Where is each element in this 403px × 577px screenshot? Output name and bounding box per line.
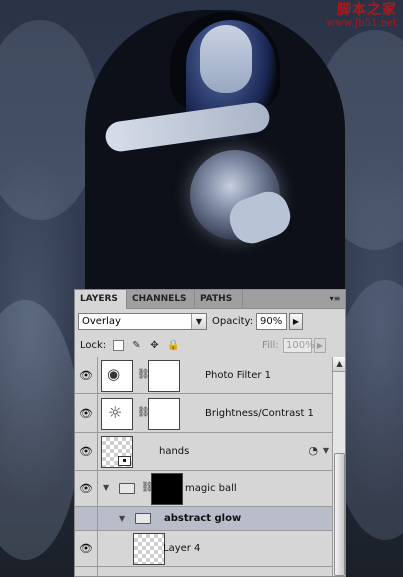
expand-triangle-icon[interactable]: ▼ xyxy=(103,483,109,492)
folder-icon xyxy=(119,483,135,494)
layers-panel: LAYERS CHANNELS PATHS ▾≡ Overlay ▼ Opaci… xyxy=(74,289,346,577)
eye-icon[interactable]: 👁 xyxy=(78,483,94,495)
lock-row: Lock: ✎ ✥ 🔒 Fill: 100% ▶ xyxy=(75,335,345,358)
eye-icon[interactable]: 👁 xyxy=(78,446,94,458)
tab-paths[interactable]: PATHS xyxy=(195,290,243,308)
link-icon[interactable]: ⛓ xyxy=(141,481,154,495)
opacity-label: Opacity: xyxy=(212,316,254,327)
layer-thumbnail[interactable] xyxy=(133,533,165,565)
brightness-contrast-icon: ☼ xyxy=(101,398,133,430)
link-icon[interactable]: ⛓ xyxy=(137,368,150,382)
blend-mode-value: Overlay xyxy=(82,316,121,327)
watermark-url: www.Jb51.net xyxy=(326,18,397,29)
panel-menu-icon[interactable]: ▾≡ xyxy=(328,293,342,304)
layer-name[interactable]: abstract glow xyxy=(164,513,241,524)
lock-move-icon[interactable]: ✥ xyxy=(149,340,160,351)
layer-effects-icon[interactable]: ◔ xyxy=(308,444,318,457)
layer-thumbnail[interactable]: ▪ xyxy=(101,436,133,468)
camera-icon: ◉ xyxy=(107,365,121,383)
layer-row-hands[interactable]: 👁 ▪ hands ◔ ▼ xyxy=(75,433,332,471)
layer-mask-thumbnail[interactable] xyxy=(151,473,183,505)
watermark: 脚本之家 www.Jb51.net xyxy=(311,3,397,31)
eye-icon[interactable]: 👁 xyxy=(78,543,94,555)
tab-channels[interactable]: CHANNELS xyxy=(127,290,195,308)
opacity-input[interactable]: 90% xyxy=(256,313,287,330)
layer-row-photo-filter[interactable]: 👁 ◉ ⛓ Photo Filter 1 xyxy=(75,357,332,394)
smart-object-icon: ▪ xyxy=(118,456,131,466)
layer-row-partial[interactable] xyxy=(75,567,332,576)
layer-name[interactable]: hands xyxy=(159,446,189,457)
chevron-down-icon[interactable]: ▼ xyxy=(323,446,329,455)
layer-row-layer-4[interactable]: 👁 Layer 4 xyxy=(75,531,332,567)
layer-mask-thumbnail[interactable] xyxy=(148,398,180,430)
layer-row-abstract-glow[interactable]: ▼ abstract glow xyxy=(75,507,332,531)
face xyxy=(200,25,252,93)
folder-icon xyxy=(135,513,151,524)
sun-icon: ☼ xyxy=(108,403,123,422)
visibility-column xyxy=(75,507,98,530)
scroll-up-icon[interactable]: ▲ xyxy=(333,357,345,372)
opacity-slider-arrow-icon[interactable]: ▶ xyxy=(289,313,303,330)
layer-name[interactable]: Brightness/Contrast 1 xyxy=(205,408,314,419)
fill-slider-arrow-icon[interactable]: ▶ xyxy=(314,338,326,353)
panel-tabbar: LAYERS CHANNELS PATHS ▾≡ xyxy=(75,290,345,309)
chevron-down-icon[interactable]: ▼ xyxy=(191,314,206,329)
lock-label: Lock: xyxy=(80,340,107,351)
fill-label: Fill: xyxy=(262,340,279,351)
layer-name[interactable]: magic ball xyxy=(185,483,237,494)
layer-row-magic-ball[interactable]: 👁 ▼ ⛓ magic ball xyxy=(75,471,332,507)
layer-name[interactable]: Photo Filter 1 xyxy=(205,370,271,381)
eye-icon[interactable]: 👁 xyxy=(78,370,94,382)
lock-all-icon[interactable]: 🔒 xyxy=(167,340,179,351)
link-icon[interactable]: ⛓ xyxy=(137,406,150,420)
watermark-title: 脚本之家 xyxy=(337,2,397,18)
lock-transparent-icon[interactable] xyxy=(113,340,124,351)
blend-mode-select[interactable]: Overlay ▼ xyxy=(78,313,207,330)
layers-list: 👁 ◉ ⛓ Photo Filter 1 👁 ☼ ⛓ Brightness/Co… xyxy=(75,357,332,576)
tab-layers[interactable]: LAYERS xyxy=(75,290,127,309)
photo-filter-icon: ◉ xyxy=(101,360,133,392)
fill-input[interactable]: 100% xyxy=(283,338,315,353)
foliage-lower-left xyxy=(0,300,80,560)
blend-row: Overlay ▼ Opacity: 90% ▶ xyxy=(75,309,345,335)
layer-row-brightness-contrast[interactable]: 👁 ☼ ⛓ Brightness/Contrast 1 xyxy=(75,394,332,433)
lock-brush-icon[interactable]: ✎ xyxy=(131,340,142,351)
eye-icon[interactable]: 👁 xyxy=(78,408,94,420)
layer-mask-thumbnail[interactable] xyxy=(148,360,180,392)
scrollbar-thumb[interactable] xyxy=(334,453,345,576)
layers-scrollbar[interactable]: ▲ xyxy=(332,357,345,576)
visibility-column xyxy=(75,567,98,576)
layer-name[interactable]: Layer 4 xyxy=(163,543,200,554)
expand-triangle-icon[interactable]: ▼ xyxy=(119,514,125,523)
